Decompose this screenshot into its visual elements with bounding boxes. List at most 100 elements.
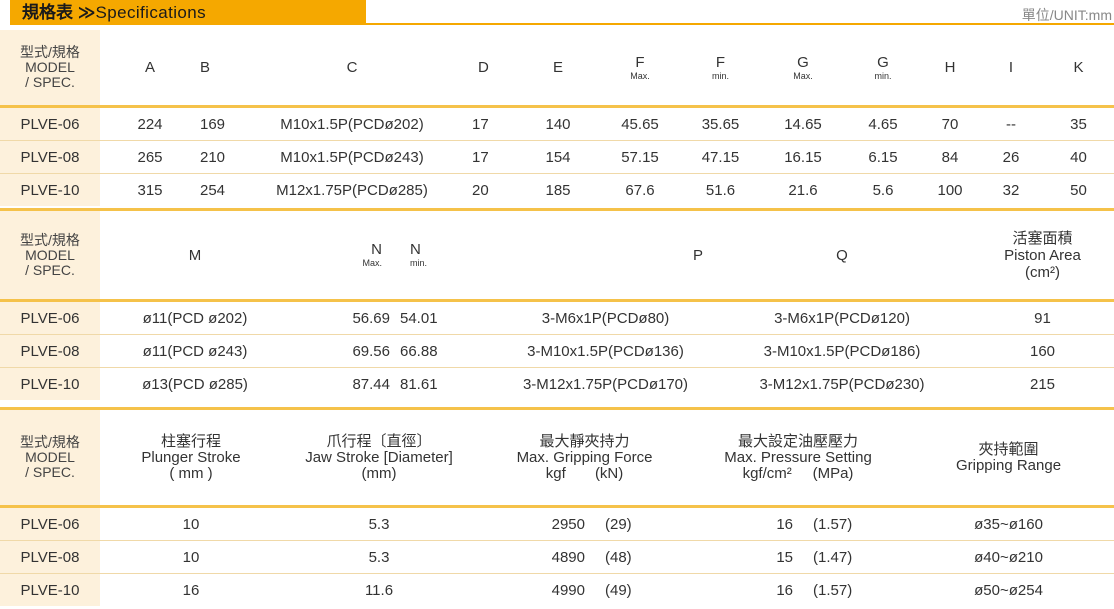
table-row: PLVE-10 315 254 M12x1.75P(PCDø285) 20 18… [0,173,1114,206]
cell-piston-area: 215 [971,367,1114,400]
cell-p: 3-M12x1.75P(PCDø170) [498,367,713,400]
col-header-k: K [1073,59,1084,76]
spec-table-mounting: 型式/規格 MODEL / SPEC. M N Max. Nmin. P Q 活塞… [0,208,1114,400]
cell-m: ø11(PCD ø243) [100,334,290,368]
col-header-m: M [188,246,202,264]
col-header-h: H [944,59,956,76]
unit-label: 單位/UNIT:mm [1021,7,1112,23]
cell-f-min: 51.6 [680,173,761,206]
cell-q: 3-M6x1P(PCDø120) [713,299,971,335]
cell-n-min: 81.61 [390,367,498,400]
table-row: PLVE-06 10 5.3 2950 (29) 16 (1.57) ø35~ø… [0,505,1114,541]
cell-force-kn: (49) [595,573,694,606]
model-cell: PLVE-10 [0,573,100,606]
col-header-a: A [144,59,155,76]
cell-a: 224 [100,105,200,141]
piston-area-en: Piston Area [1004,246,1081,264]
piston-area-cn: 活塞面積 [1012,229,1073,247]
table-header-row: 型式/規格 MODEL / SPEC. 柱塞行程 Plunger Stroke … [0,408,1114,507]
spec-header: 規格表 ≫Specifications 單位/UNIT:mm [0,0,1114,25]
table-header-row: 型式/規格 MODEL / SPEC. A B C D E F Max. Fmin… [0,30,1114,107]
col-header-c: C [346,59,358,76]
spec-header-en: / SPEC. [25,261,75,278]
cell-piston-area: 91 [971,299,1114,335]
cell-b: 210 [200,140,232,174]
table-row: PLVE-06 ø11(PCD ø202) 56.69 54.01 3-M6x1… [0,299,1114,335]
spec-header-en: / SPEC. [25,464,75,480]
table-row: PLVE-06 224 169 M10x1.5P(PCDø202) 17 140… [0,105,1114,141]
model-header-en: MODEL [25,449,75,465]
model-header-cn: 型式/規格 [20,231,80,248]
cell-jaw-stroke: 5.3 [282,540,476,574]
cell-q: 3-M10x1.5P(PCDø186) [713,334,971,368]
cell-h: 84 [921,140,979,174]
table-header-row: 型式/規格 MODEL / SPEC. M N Max. Nmin. P Q 活塞… [0,209,1114,301]
piston-area-unit: (cm²) [1025,263,1060,281]
col-header-gripping-force: 最大靜夾持力 Max. Gripping Force kgf (kN) [516,432,653,482]
model-cell: PLVE-10 [0,173,100,206]
cell-a: 315 [100,173,200,206]
col-header-jaw-stroke: 爪行程〔直徑〕 Jaw Stroke [Diameter] (mm) [305,432,453,482]
cell-force-kgf: 4990 [476,573,595,606]
cell-m: ø11(PCD ø202) [100,299,290,335]
col-header-piston-area: 活塞面積 Piston Area (cm²) [971,210,1114,301]
cell-force-kn: (48) [595,540,694,574]
cell-g-max: 21.6 [761,173,845,206]
cell-f-max: 57.15 [600,140,680,174]
cell-pressure-kgf: 15 [693,540,804,574]
model-cell: PLVE-08 [0,140,100,174]
cell-piston-area: 160 [971,334,1114,368]
cell-e: 154 [516,140,600,174]
cell-p: 3-M10x1.5P(PCDø136) [498,334,713,368]
model-header: 型式/規格 MODEL / SPEC. [0,30,100,107]
table-row: PLVE-10 16 11.6 4990 (49) 16 (1.57) ø50~… [0,573,1114,606]
col-header-gripping-range: 夾持範圍 Gripping Range [955,440,1062,474]
cell-g-min: 6.15 [845,140,921,174]
table-row: PLVE-08 265 210 M10x1.5P(PCDø243) 17 154… [0,140,1114,174]
col-header-f-min: Fmin. [711,53,729,81]
col-header-g-min: Gmin. [874,53,892,81]
cell-f-min: 47.15 [680,140,761,174]
col-header-p: P [692,246,703,264]
cell-gripping-range: ø35~ø160 [903,505,1114,541]
model-header: 型式/規格 MODEL / SPEC. [0,408,100,507]
cell-k: 40 [1043,140,1114,174]
model-header-en: MODEL [25,59,75,75]
model-cell: PLVE-08 [0,540,100,574]
col-header-q: Q [836,246,848,264]
cell-h: 100 [921,173,979,206]
cell-c: M12x1.75P(PCDø285) [232,173,472,206]
col-header-i: I [1008,59,1014,76]
cell-gripping-range: ø50~ø254 [903,573,1114,606]
cell-pressure-mpa: (1.57) [803,573,904,606]
cell-i: 26 [979,140,1043,174]
cell-d: 17 [472,105,516,141]
col-header-pressure-setting: 最大設定油壓壓力 Max. Pressure Setting kgf/cm² (… [724,432,872,482]
col-header-d: D [478,59,489,76]
model-cell: PLVE-08 [0,334,100,368]
model-header: 型式/規格 MODEL / SPEC. [0,209,100,301]
cell-n-max: 56.69 [290,299,390,335]
cell-f-max: 67.6 [600,173,680,206]
cell-c: M10x1.5P(PCDø243) [232,140,472,174]
cell-d: 17 [472,140,516,174]
cell-plunger-stroke: 10 [100,505,282,541]
col-header-n-max: N Max. [362,241,382,269]
model-header-cn: 型式/規格 [20,44,80,60]
cell-n-max: 87.44 [290,367,390,400]
cell-f-min: 35.65 [680,105,761,141]
model-cell: PLVE-06 [0,105,100,141]
title-cn: 規格表 [22,3,73,22]
spec-table-performance: 型式/規格 MODEL / SPEC. 柱塞行程 Plunger Stroke … [0,407,1114,606]
cell-g-max: 16.15 [761,140,845,174]
col-header-f-max: F Max. [630,53,650,81]
cell-h: 70 [921,105,979,141]
cell-n-min: 54.01 [390,299,498,335]
col-header-e: E [552,59,563,76]
cell-a: 265 [100,140,200,174]
cell-gripping-range: ø40~ø210 [903,540,1114,574]
cell-e: 140 [516,105,600,141]
cell-g-min: 4.65 [845,105,921,141]
col-header-n-min: Nmin. [410,241,428,269]
cell-pressure-mpa: (1.47) [803,540,904,574]
